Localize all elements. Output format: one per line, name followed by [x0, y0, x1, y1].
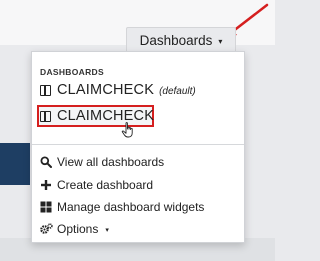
caret-down-icon: ▾ [105, 227, 109, 234]
view-all-dashboards-label: View all dashboards [57, 155, 165, 169]
options-item[interactable]: Options ▾ [40, 222, 109, 236]
create-dashboard-label: Create dashboard [57, 178, 154, 192]
search-icon [40, 156, 52, 168]
dashboards-button-label: Dashboards [139, 33, 213, 48]
dashboards-button[interactable]: Dashboards ▾ [126, 27, 236, 51]
manage-dashboard-widgets-item[interactable]: Manage dashboard widgets [40, 200, 204, 214]
options-label: Options [57, 222, 99, 236]
dashboard-item-name: CLAIMCHECK [57, 108, 155, 124]
default-tag: (default) [159, 86, 196, 97]
menu-section-header: DASHBOARDS [40, 67, 104, 77]
dashboard-item-name: CLAIMCHECK [57, 82, 155, 98]
plus-icon [40, 179, 52, 191]
gear-icon [40, 223, 53, 235]
dashboards-dropdown-menu: DASHBOARDS CLAIMCHECK (default) CLAIMCHE… [31, 51, 245, 243]
manage-dashboard-widgets-label: Manage dashboard widgets [57, 200, 205, 214]
view-all-dashboards-item[interactable]: View all dashboards [40, 155, 164, 169]
dashboard-icon [40, 84, 51, 96]
hand-cursor-icon [121, 122, 133, 138]
dashboard-item-claimcheck-default[interactable]: CLAIMCHECK (default) [40, 82, 196, 98]
caret-down-icon: ▾ [218, 36, 223, 46]
menu-divider [32, 144, 244, 145]
dashboard-item-claimcheck[interactable]: CLAIMCHECK [40, 108, 154, 124]
widgets-icon [40, 201, 52, 213]
create-dashboard-item[interactable]: Create dashboard [40, 178, 153, 192]
side-panel-edge [0, 143, 30, 185]
dashboard-icon [40, 110, 51, 122]
